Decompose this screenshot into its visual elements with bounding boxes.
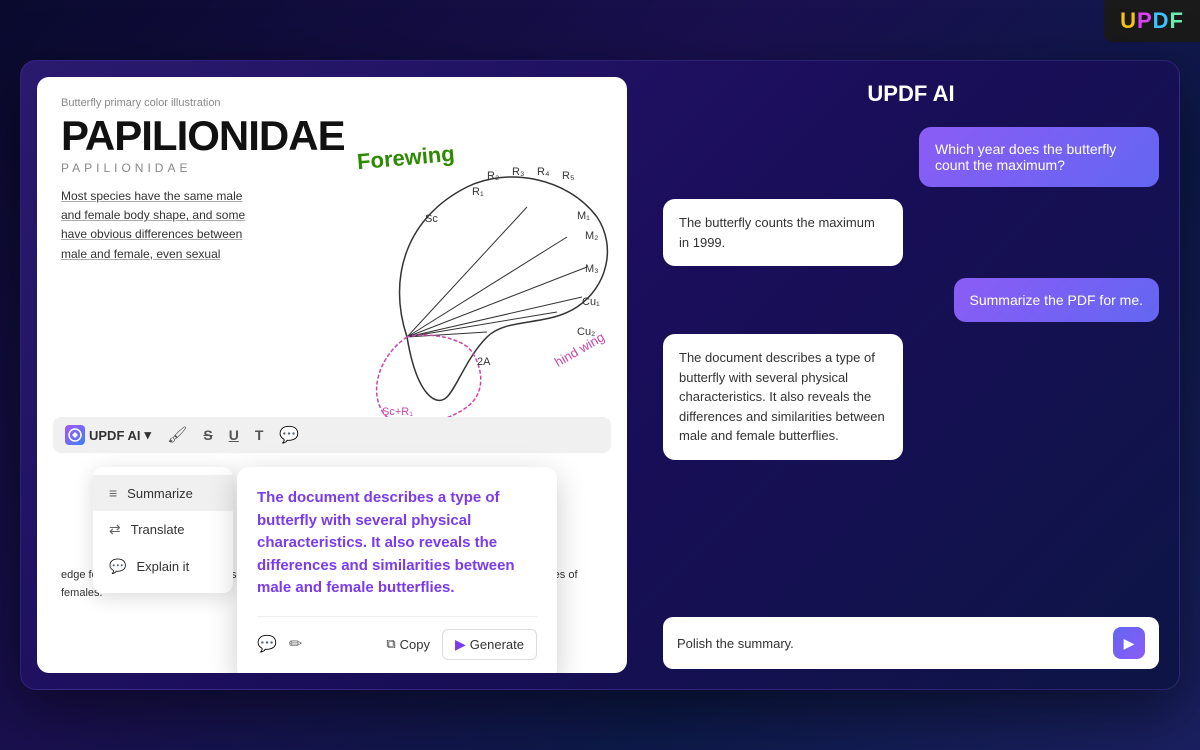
toolbar-brand[interactable]: UPDF AI ▾: [65, 425, 151, 445]
tooltip-text: The document describes a type of butterf…: [257, 487, 537, 600]
explain-icon: 💬: [109, 558, 126, 575]
dropdown-translate-label: Translate: [131, 522, 185, 537]
strikethrough-icon[interactable]: S: [203, 427, 212, 443]
user-message-1: Which year does the butterfly count the …: [919, 127, 1159, 187]
generate-button[interactable]: ▶ Generate: [442, 629, 537, 660]
tooltip-pen-icon[interactable]: ✏: [289, 634, 302, 654]
badge-u: U: [1120, 8, 1137, 33]
ai-message-2-text: The document describes a type of butterf…: [679, 350, 885, 443]
svg-text:R₄: R₄: [537, 166, 550, 178]
tooltip-popup: The document describes a type of butterf…: [237, 467, 557, 673]
chat-input[interactable]: [677, 636, 1105, 651]
toolbar-brand-label: UPDF AI: [89, 428, 141, 443]
ai-message-1: The butterfly counts the maximum in 1999…: [663, 199, 903, 266]
send-icon: ▶: [1124, 635, 1135, 652]
tooltip-chat-icon[interactable]: 💬: [257, 634, 277, 654]
generate-label: Generate: [470, 637, 524, 652]
svg-text:R₁: R₁: [472, 186, 484, 198]
wing-illustration: Forewing R₂ R₃ R₄: [307, 137, 627, 417]
svg-text:2A: 2A: [477, 356, 491, 368]
copy-icon: ⧉: [386, 636, 395, 652]
svg-text:R₅: R₅: [562, 170, 574, 182]
brand-icon: [65, 425, 85, 445]
badge-d: D: [1153, 8, 1170, 33]
generate-icon: ▶: [455, 636, 466, 653]
pdf-content: Butterfly primary color illustration PAP…: [37, 77, 627, 264]
dropdown-menu: ≡ Summarize ⇄ Translate 💬 Explain it: [93, 467, 233, 593]
dropdown-translate[interactable]: ⇄ Translate: [93, 511, 233, 548]
comment-icon[interactable]: 💬: [279, 425, 299, 445]
underline-icon[interactable]: U: [229, 427, 239, 443]
svg-text:Sc: Sc: [425, 213, 438, 225]
main-container: Butterfly primary color illustration PAP…: [20, 60, 1180, 690]
ai-title: UPDF AI: [663, 81, 1159, 107]
chat-input-area[interactable]: ▶: [663, 617, 1159, 669]
badge-f: F: [1170, 8, 1184, 33]
svg-text:M₃: M₃: [585, 263, 599, 275]
updf-badge: UPDF: [1104, 0, 1200, 42]
user-message-2: Summarize the PDF for me.: [954, 278, 1160, 322]
copy-label: Copy: [400, 637, 430, 652]
ai-message-1-text: The butterfly counts the maximum in 1999…: [679, 215, 875, 250]
pdf-subtitle: Butterfly primary color illustration: [61, 97, 603, 109]
dropdown-explain-label: Explain it: [136, 559, 189, 574]
dropdown-summarize-label: Summarize: [127, 486, 193, 501]
summarize-icon: ≡: [109, 485, 117, 501]
text-icon[interactable]: T: [255, 427, 264, 443]
dropdown-summarize[interactable]: ≡ Summarize: [93, 475, 233, 511]
pdf-toolbar: UPDF AI ▾ 🖌 S U T 💬: [53, 417, 611, 453]
svg-text:Cu₁: Cu₁: [582, 296, 600, 308]
tooltip-actions: 💬 ✏ ⧉ Copy ▶ Generate: [257, 616, 537, 660]
pdf-body-text: Most species have the same male and fema…: [61, 187, 261, 264]
chat-send-button[interactable]: ▶: [1113, 627, 1145, 659]
pdf-panel: Butterfly primary color illustration PAP…: [37, 77, 627, 673]
translate-icon: ⇄: [109, 521, 121, 538]
copy-button[interactable]: ⧉ Copy: [386, 636, 430, 652]
svg-text:M₂: M₂: [585, 230, 598, 242]
user-message-2-text: Summarize the PDF for me.: [970, 292, 1144, 308]
svg-text:R₃: R₃: [512, 166, 524, 178]
ai-message-2: The document describes a type of butterf…: [663, 334, 903, 460]
ai-panel: UPDF AI Which year does the butterfly co…: [643, 61, 1179, 689]
svg-text:Sc+R₁: Sc+R₁: [382, 406, 413, 417]
badge-p: P: [1137, 8, 1153, 33]
toolbar-dropdown-arrow: ▾: [145, 427, 152, 443]
highlight-icon[interactable]: 🖌: [167, 425, 187, 445]
wing-svg: R₂ R₃ R₄ R₅ R₁ Sc M₁ M₂ M₃ Cu₁ Cu₂ 2A Sc…: [327, 157, 627, 417]
user-message-1-text: Which year does the butterfly count the …: [935, 141, 1116, 173]
dropdown-explain[interactable]: 💬 Explain it: [93, 548, 233, 585]
svg-text:M₁: M₁: [577, 210, 590, 222]
svg-text:R₂: R₂: [487, 170, 499, 182]
